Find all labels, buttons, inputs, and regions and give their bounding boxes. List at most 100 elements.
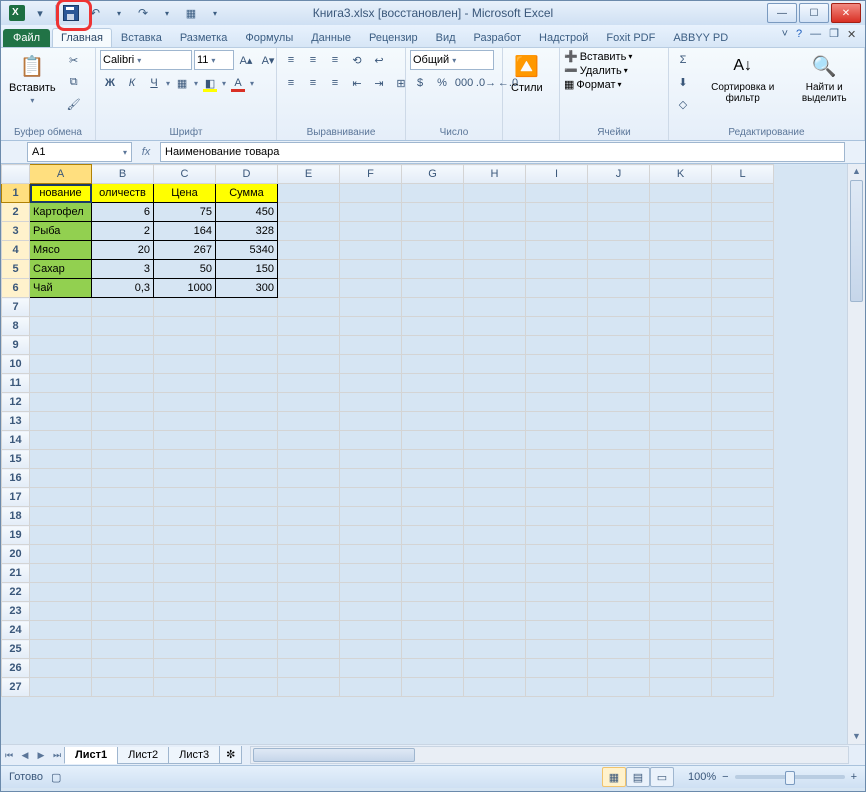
- cell-J24[interactable]: [588, 621, 650, 640]
- cell-C23[interactable]: [154, 602, 216, 621]
- cell-C27[interactable]: [154, 678, 216, 697]
- clear-button[interactable]: ◇: [673, 94, 693, 114]
- cell-H9[interactable]: [464, 336, 526, 355]
- cell-F5[interactable]: [340, 260, 402, 279]
- insert-cells-button[interactable]: ➕Вставить▾: [564, 50, 632, 63]
- ribbon-tab-разметка[interactable]: Разметка: [171, 28, 237, 47]
- cell-A27[interactable]: [30, 678, 92, 697]
- cell-C13[interactable]: [154, 412, 216, 431]
- row-header-9[interactable]: 9: [2, 336, 30, 355]
- cell-G12[interactable]: [402, 393, 464, 412]
- page-break-view-button[interactable]: ▭: [650, 767, 674, 787]
- page-layout-view-button[interactable]: ▤: [626, 767, 650, 787]
- column-header-K[interactable]: K: [650, 165, 712, 184]
- cell-J19[interactable]: [588, 526, 650, 545]
- row-header-8[interactable]: 8: [2, 317, 30, 336]
- new-sheet-button[interactable]: ✼: [219, 746, 242, 764]
- cell-G11[interactable]: [402, 374, 464, 393]
- cell-B9[interactable]: [92, 336, 154, 355]
- cell-G27[interactable]: [402, 678, 464, 697]
- undo-dropdown[interactable]: ▾: [110, 4, 128, 22]
- row-header-26[interactable]: 26: [2, 659, 30, 678]
- ribbon-tab-формулы[interactable]: Формулы: [236, 28, 302, 47]
- cell-H19[interactable]: [464, 526, 526, 545]
- scroll-down-icon[interactable]: ▼: [848, 729, 865, 744]
- cell-K24[interactable]: [650, 621, 712, 640]
- ribbon-tab-надстрой[interactable]: Надстрой: [530, 28, 597, 47]
- cell-E12[interactable]: [278, 393, 340, 412]
- cell-H12[interactable]: [464, 393, 526, 412]
- normal-view-button[interactable]: ▦: [602, 767, 626, 787]
- cell-C20[interactable]: [154, 545, 216, 564]
- redo-dropdown[interactable]: ▾: [158, 4, 176, 22]
- sheet-tab-Лист2[interactable]: Лист2: [117, 747, 169, 764]
- cell-I13[interactable]: [526, 412, 588, 431]
- cell-C1[interactable]: Цена: [154, 184, 216, 203]
- cell-A4[interactable]: Мясо: [30, 241, 92, 260]
- number-format-combo[interactable]: Общий▾: [410, 50, 494, 70]
- cell-J16[interactable]: [588, 469, 650, 488]
- align-top-button[interactable]: ≡: [281, 50, 301, 70]
- cell-J18[interactable]: [588, 507, 650, 526]
- cell-H26[interactable]: [464, 659, 526, 678]
- cell-J5[interactable]: [588, 260, 650, 279]
- cell-A5[interactable]: Сахар: [30, 260, 92, 279]
- cell-I3[interactable]: [526, 222, 588, 241]
- cell-I1[interactable]: [526, 184, 588, 203]
- cell-E20[interactable]: [278, 545, 340, 564]
- cell-H2[interactable]: [464, 203, 526, 222]
- row-header-21[interactable]: 21: [2, 564, 30, 583]
- cell-B18[interactable]: [92, 507, 154, 526]
- cell-F19[interactable]: [340, 526, 402, 545]
- cell-L21[interactable]: [712, 564, 774, 583]
- cell-C10[interactable]: [154, 355, 216, 374]
- cell-G16[interactable]: [402, 469, 464, 488]
- cell-K15[interactable]: [650, 450, 712, 469]
- column-header-E[interactable]: E: [278, 165, 340, 184]
- workbook-close-icon[interactable]: ✕: [847, 28, 859, 40]
- cell-E11[interactable]: [278, 374, 340, 393]
- cell-E7[interactable]: [278, 298, 340, 317]
- cell-G19[interactable]: [402, 526, 464, 545]
- row-header-1[interactable]: 1: [2, 184, 30, 203]
- cell-D17[interactable]: [216, 488, 278, 507]
- ribbon-tab-вид[interactable]: Вид: [427, 28, 465, 47]
- cell-G5[interactable]: [402, 260, 464, 279]
- cell-I6[interactable]: [526, 279, 588, 298]
- cell-L27[interactable]: [712, 678, 774, 697]
- cell-L11[interactable]: [712, 374, 774, 393]
- cell-G7[interactable]: [402, 298, 464, 317]
- cell-K4[interactable]: [650, 241, 712, 260]
- cell-I25[interactable]: [526, 640, 588, 659]
- cell-I15[interactable]: [526, 450, 588, 469]
- row-header-23[interactable]: 23: [2, 602, 30, 621]
- cell-L4[interactable]: [712, 241, 774, 260]
- cell-E22[interactable]: [278, 583, 340, 602]
- cell-J27[interactable]: [588, 678, 650, 697]
- sheet-nav-first[interactable]: ⏮: [1, 747, 17, 763]
- cell-B8[interactable]: [92, 317, 154, 336]
- cell-H11[interactable]: [464, 374, 526, 393]
- fill-color-button[interactable]: ◧: [200, 73, 220, 93]
- cell-J22[interactable]: [588, 583, 650, 602]
- cell-E25[interactable]: [278, 640, 340, 659]
- align-bottom-button[interactable]: ≡: [325, 50, 345, 70]
- cell-F25[interactable]: [340, 640, 402, 659]
- name-box[interactable]: A1▾: [27, 142, 132, 162]
- ribbon-tab-разработ[interactable]: Разработ: [465, 28, 530, 47]
- cell-B27[interactable]: [92, 678, 154, 697]
- cell-G15[interactable]: [402, 450, 464, 469]
- ribbon-tab-вставка[interactable]: Вставка: [112, 28, 171, 47]
- minimize-ribbon-icon[interactable]: ˅: [782, 28, 788, 40]
- row-header-2[interactable]: 2: [2, 203, 30, 222]
- cell-F9[interactable]: [340, 336, 402, 355]
- sheet-tab-Лист3[interactable]: Лист3: [168, 747, 220, 764]
- cell-D6[interactable]: 300: [216, 279, 278, 298]
- cell-I2[interactable]: [526, 203, 588, 222]
- cell-L26[interactable]: [712, 659, 774, 678]
- spreadsheet-grid[interactable]: ABCDEFGHIJKL1нованиеоличествЦенаСумма2Ка…: [1, 164, 774, 697]
- cell-C16[interactable]: [154, 469, 216, 488]
- cell-D12[interactable]: [216, 393, 278, 412]
- cell-F23[interactable]: [340, 602, 402, 621]
- align-center-button[interactable]: ≡: [303, 73, 323, 93]
